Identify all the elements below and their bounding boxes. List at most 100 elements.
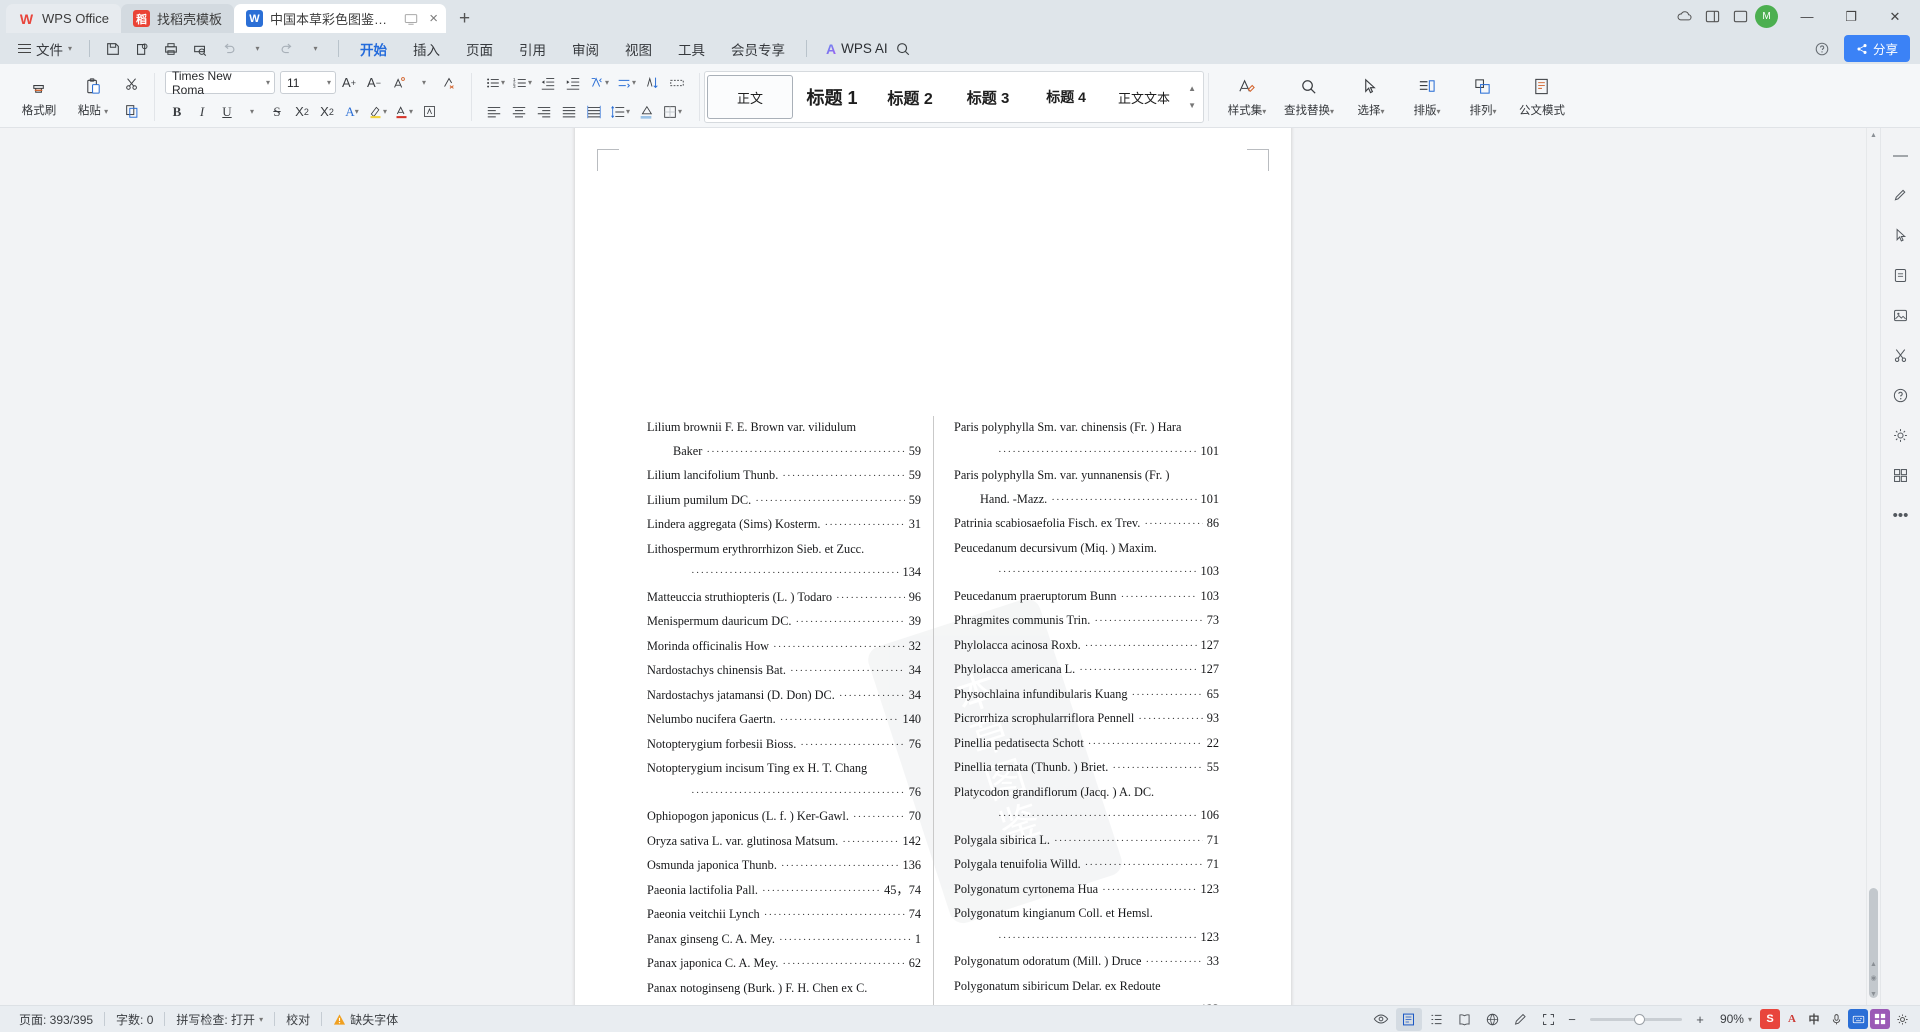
- maximize-button[interactable]: ❐: [1830, 0, 1872, 33]
- format-painter-button[interactable]: 格式刷: [12, 67, 66, 127]
- read-view-icon[interactable]: [1452, 1008, 1478, 1031]
- copy-button[interactable]: [120, 99, 144, 123]
- superscript-button[interactable]: X2: [315, 100, 339, 124]
- strikethrough-button[interactable]: S: [265, 100, 289, 124]
- bullet-list-button[interactable]: ▾: [482, 71, 508, 95]
- apps-grid-icon[interactable]: [1887, 462, 1915, 488]
- scissors-tool-icon[interactable]: [1887, 342, 1915, 368]
- outline-view-icon[interactable]: [1424, 1008, 1450, 1031]
- underline-button[interactable]: U: [215, 100, 239, 124]
- document-vertical-scrollbar[interactable]: ▲ ▲ ◉ ▼: [1866, 128, 1880, 1005]
- chevron-up-icon[interactable]: ▲: [1188, 84, 1196, 93]
- style-item-heading3[interactable]: 标题 3: [949, 75, 1027, 119]
- edit-pen-icon[interactable]: [1887, 182, 1915, 208]
- typeset-button[interactable]: 排版▾: [1399, 67, 1455, 127]
- eye-icon[interactable]: [1368, 1008, 1394, 1031]
- align-left-button[interactable]: [482, 100, 506, 124]
- align-center-button[interactable]: [507, 100, 531, 124]
- cursor-select-icon[interactable]: [1887, 222, 1915, 248]
- phonetic-guide-button[interactable]: [387, 71, 411, 95]
- tab-wps-office[interactable]: W WPS Office: [6, 4, 121, 33]
- select-button[interactable]: 选择▾: [1343, 67, 1399, 127]
- grid-layout-icon[interactable]: [1727, 0, 1753, 33]
- subscript-button[interactable]: X2: [290, 100, 314, 124]
- numbered-list-button[interactable]: 1 2 3 ▾: [509, 71, 535, 95]
- window-split-icon[interactable]: [1699, 0, 1725, 33]
- official-doc-mode-button[interactable]: 公文模式: [1511, 67, 1573, 127]
- line-break-button[interactable]: ▾: [613, 71, 639, 95]
- pen-tool-icon[interactable]: [1508, 1008, 1534, 1031]
- customize-quick-access-icon[interactable]: ▾: [302, 36, 329, 61]
- page-view-icon[interactable]: [1395, 1007, 1422, 1031]
- decrease-font-button[interactable]: A −: [362, 71, 386, 95]
- print-icon[interactable]: [157, 36, 184, 61]
- minimize-button[interactable]: —: [1786, 0, 1828, 33]
- underline-dropdown-button[interactable]: ▾: [240, 100, 264, 124]
- tab-find-template[interactable]: 稻 找稻壳模板: [120, 4, 234, 33]
- zoom-level-label[interactable]: 90%: [1710, 1012, 1744, 1026]
- borders-button[interactable]: ▾: [659, 100, 685, 124]
- save-as-cloud-icon[interactable]: [128, 36, 155, 61]
- document-page[interactable]: 本草图鉴 Lilium brownii F. E. Brown var. vil…: [575, 128, 1291, 1005]
- picture-tools-icon[interactable]: [1887, 302, 1915, 328]
- ribbon-tab-home[interactable]: 开始: [348, 36, 399, 62]
- style-item-body-text[interactable]: 正文文本: [1105, 75, 1183, 119]
- web-view-icon[interactable]: [1480, 1008, 1506, 1031]
- ribbon-tab-review[interactable]: 审阅: [560, 36, 611, 62]
- ribbon-tab-view[interactable]: 视图: [613, 36, 664, 62]
- word-count-status[interactable]: 字数: 0: [105, 1011, 164, 1028]
- ribbon-tab-reference[interactable]: 引用: [507, 36, 558, 62]
- app-grid-icon[interactable]: [1870, 1009, 1890, 1029]
- tab-active-document[interactable]: W 中国本草彩色图鉴（常用中药篇 ×: [233, 4, 446, 33]
- page-select-arrow[interactable]: ◉: [1867, 971, 1880, 985]
- pinyin-input-icon[interactable]: 中: [1804, 1009, 1824, 1029]
- zoom-in-button[interactable]: +: [1692, 1008, 1708, 1031]
- style-item-heading4[interactable]: 标题 4: [1027, 75, 1105, 119]
- wps-s-icon[interactable]: S: [1760, 1009, 1780, 1029]
- user-avatar[interactable]: M: [1755, 5, 1778, 28]
- spellcheck-status[interactable]: 拼写检查: 打开 ▾: [165, 1011, 274, 1028]
- save-icon[interactable]: [99, 36, 126, 61]
- settings-icon[interactable]: [1892, 1009, 1912, 1029]
- ribbon-tab-member[interactable]: 会员专享: [719, 36, 797, 62]
- style-item-body[interactable]: 正文: [707, 75, 794, 119]
- undo-dropdown-icon[interactable]: ▾: [244, 36, 271, 61]
- prev-page-arrow[interactable]: ▲: [1867, 957, 1880, 971]
- increase-indent-button[interactable]: [561, 71, 585, 95]
- asian-layout-button[interactable]: ▾: [586, 71, 612, 95]
- proofread-button[interactable]: 校对: [275, 1011, 321, 1028]
- font-color-button[interactable]: ▾: [391, 100, 416, 124]
- bold-button[interactable]: B: [165, 100, 189, 124]
- font-size-combo[interactable]: 11 ▾: [280, 71, 336, 94]
- cut-button[interactable]: [120, 72, 144, 96]
- find-replace-button[interactable]: 查找替换▾: [1275, 67, 1343, 127]
- settings-gear-icon[interactable]: [1887, 422, 1915, 448]
- font-dropdown-button[interactable]: ▾: [412, 71, 436, 95]
- character-border-button[interactable]: [417, 100, 441, 124]
- redo-icon[interactable]: [273, 36, 300, 61]
- ribbon-tab-tools[interactable]: 工具: [666, 36, 717, 62]
- document-canvas[interactable]: 本草图鉴 Lilium brownii F. E. Brown var. vil…: [0, 128, 1866, 1005]
- more-dots-icon[interactable]: •••: [1887, 502, 1915, 528]
- clear-formatting-button[interactable]: [437, 71, 461, 95]
- shading-button[interactable]: [634, 100, 658, 124]
- close-window-button[interactable]: ✕: [1874, 0, 1916, 33]
- sort-button[interactable]: [640, 71, 664, 95]
- zoom-slider[interactable]: [1589, 1013, 1682, 1025]
- font-name-combo[interactable]: Times New Roma ▾: [165, 69, 275, 97]
- ribbon-tab-page[interactable]: 页面: [454, 36, 505, 62]
- mic-icon[interactable]: [1826, 1009, 1846, 1029]
- close-tab-icon[interactable]: ×: [429, 11, 438, 26]
- align-right-button[interactable]: [532, 100, 556, 124]
- undo-icon[interactable]: [215, 36, 242, 61]
- arrange-button[interactable]: 排列▾: [1455, 67, 1511, 127]
- chevron-down-icon[interactable]: ▾: [1746, 1015, 1758, 1024]
- italic-button[interactable]: I: [190, 100, 214, 124]
- print-preview-icon[interactable]: [186, 36, 213, 61]
- missing-font-status[interactable]: 缺失字体: [322, 1011, 409, 1028]
- decrease-indent-button[interactable]: [536, 71, 560, 95]
- chevron-down-icon[interactable]: ▼: [1188, 101, 1196, 110]
- distribute-button[interactable]: [582, 100, 606, 124]
- zoom-out-button[interactable]: −: [1564, 1008, 1580, 1031]
- style-item-heading2[interactable]: 标题 2: [871, 75, 949, 119]
